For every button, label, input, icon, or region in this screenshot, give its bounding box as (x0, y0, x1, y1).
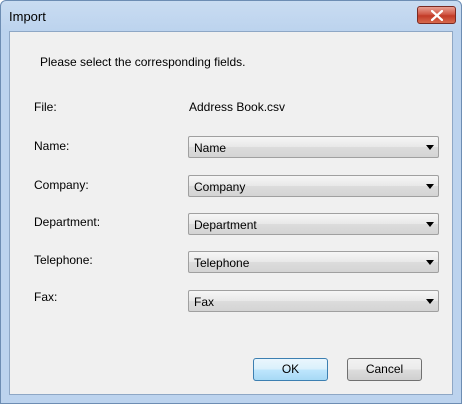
fax-label: Fax: (34, 290, 58, 304)
chevron-down-icon (426, 222, 434, 227)
department-field-selected-value: Department (194, 218, 257, 232)
ok-button[interactable]: OK (253, 358, 328, 381)
department-field-select[interactable]: Department (188, 213, 439, 235)
name-field-selected-value: Name (194, 141, 227, 155)
name-label: Name: (34, 139, 70, 153)
chevron-down-icon (426, 145, 434, 150)
fax-field-select[interactable]: Fax (188, 290, 439, 312)
name-field-select[interactable]: Name (188, 136, 439, 158)
close-icon (431, 10, 443, 21)
telephone-field-select[interactable]: Telephone (188, 251, 439, 273)
dialog-body: Please select the corresponding fields. … (9, 31, 453, 395)
cancel-button[interactable]: Cancel (347, 358, 422, 381)
telephone-label: Telephone: (34, 253, 93, 267)
company-label: Company: (34, 178, 89, 192)
telephone-field-selected-value: Telephone (194, 256, 250, 270)
file-label: File: (34, 100, 57, 114)
title-bar[interactable]: Import (1, 1, 461, 31)
fax-field-selected-value: Fax (194, 295, 215, 309)
window-title: Import (9, 9, 46, 24)
chevron-down-icon (426, 260, 434, 265)
instruction-text: Please select the corresponding fields. (40, 55, 246, 69)
company-field-select[interactable]: Company (188, 175, 439, 197)
import-dialog-window: Import Please select the corresponding f… (0, 0, 462, 404)
close-button[interactable] (417, 6, 456, 24)
department-label: Department: (34, 215, 101, 229)
company-field-selected-value: Company (194, 180, 246, 194)
chevron-down-icon (426, 184, 434, 189)
file-name-value: Address Book.csv (189, 100, 286, 114)
chevron-down-icon (426, 299, 434, 304)
